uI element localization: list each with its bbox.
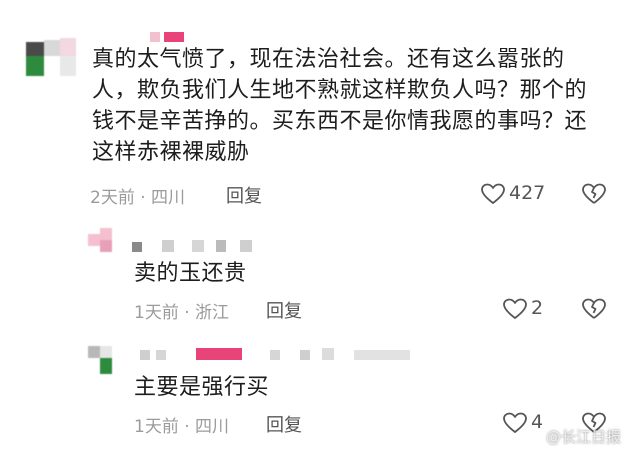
reply-comment-1: 卖的玉还贵 1天前 · 浙江 回复 2 [0,220,640,330]
comment-line: 真的太气愤了，现在法治社会。还有这么嚣张的 [92,47,565,72]
broken-heart-icon[interactable] [582,298,606,320]
username[interactable] [140,348,420,362]
comment-text: 真的太气愤了，现在法治社会。还有这么嚣张的 人，欺负我们人生地不熟就这样欺负人吗… [92,44,622,168]
username[interactable] [150,26,210,42]
like-count: 2 [531,297,544,319]
comment-1: 真的太气愤了，现在法治社会。还有这么嚣张的 人，欺负我们人生地不熟就这样欺负人吗… [0,0,640,220]
comment-text: 主要是强行买 [134,375,270,400]
comment-meta: 1天前 · 浙江 [134,303,230,323]
avatar[interactable] [88,228,124,258]
reply-button[interactable]: 回复 [266,297,302,323]
heart-icon[interactable] [503,298,527,320]
avatar[interactable] [26,34,82,80]
comment-line: 钱不是辛苦挣的。买东西不是你情我愿的事吗？还 [92,109,588,134]
comment-meta: 1天前 · 四川 [134,417,230,437]
avatar[interactable] [88,346,124,382]
comment-meta: 2天前 · 四川 [90,188,186,208]
like-count: 427 [509,182,546,204]
heart-icon[interactable] [503,412,527,434]
broken-heart-icon[interactable] [582,183,606,205]
like-count: 4 [531,411,544,433]
comment-line: 人，欺负我们人生地不熟就这样欺负人吗？那个的 [92,78,588,103]
comment-line: 这样赤裸裸威胁 [92,140,250,165]
username[interactable] [132,240,272,254]
reply-button[interactable]: 回复 [266,411,302,437]
heart-icon[interactable] [481,183,505,205]
reply-comment-2: 主要是强行买 1天前 · 四川 回复 4 [0,330,640,454]
reply-button[interactable]: 回复 [226,182,262,208]
comment-text: 卖的玉还贵 [134,261,247,286]
watermark-text: @长江日报 [546,428,622,446]
